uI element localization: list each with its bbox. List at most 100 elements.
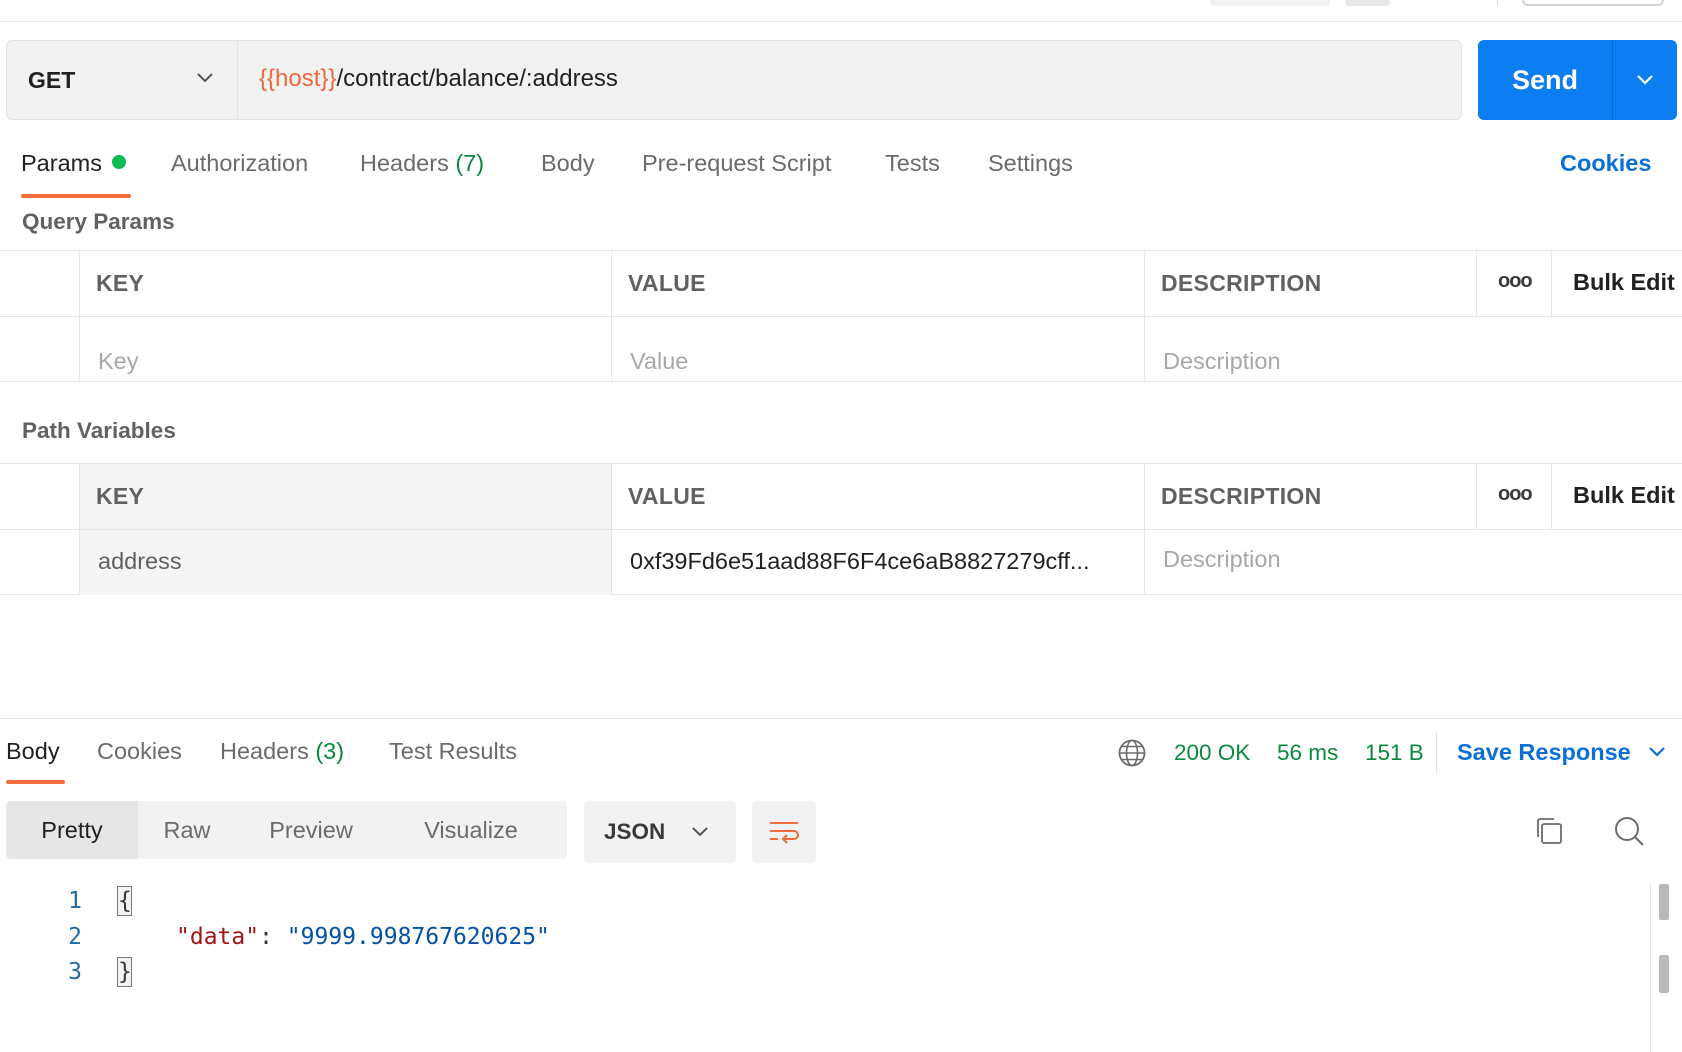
column-divider [79, 464, 80, 595]
tab-params[interactable]: Params [21, 150, 126, 177]
more-options-button[interactable]: ooo [1498, 483, 1533, 506]
toolbar-ghost-field [1210, 0, 1330, 6]
cookies-link[interactable]: Cookies [1560, 150, 1651, 177]
method-select[interactable]: GET [7, 41, 238, 119]
response-tab-headers-label: Headers [220, 738, 309, 764]
view-mode-raw[interactable]: Raw [138, 801, 236, 859]
table-row-divider [0, 316, 1682, 317]
chevron-down-icon [692, 827, 708, 837]
column-divider [1551, 464, 1552, 529]
chevron-down-icon [1637, 75, 1653, 85]
response-tab-headers-count: (3) [315, 738, 345, 764]
save-response-button[interactable]: Save Response [1457, 739, 1631, 766]
table-row-divider [0, 529, 1682, 530]
path-variables-title: Path Variables [22, 418, 176, 443]
scrollbar[interactable] [1659, 884, 1669, 920]
method-label: GET [28, 67, 76, 93]
key-input[interactable]: Key [98, 348, 139, 375]
column-header-description: DESCRIPTION [1161, 270, 1322, 296]
status-code[interactable]: 200 OK [1174, 740, 1250, 766]
json-close-brace: } [117, 957, 132, 987]
response-time[interactable]: 56 ms [1277, 740, 1338, 766]
tab-params-label: Params [21, 150, 102, 176]
column-divider [611, 251, 612, 382]
response-tab-headers[interactable]: Headers (3) [220, 738, 344, 765]
column-divider [1476, 251, 1477, 316]
json-value: "9999.998767620625" [286, 924, 550, 950]
tab-headers-count: (7) [455, 150, 485, 176]
path-variable-value[interactable]: 0xf39Fd6e51aad88F6F4ce6aB8827279cff... [630, 548, 1135, 575]
toolbar-ghost-control [1522, 0, 1664, 6]
wrap-lines-icon [770, 822, 799, 844]
bulk-edit-button[interactable]: Bulk Edit [1573, 482, 1675, 509]
json-key: "data" [176, 924, 260, 950]
status-divider [1436, 733, 1437, 773]
scroll-track [1650, 884, 1651, 1052]
tab-headers-label: Headers [360, 150, 449, 176]
response-tab-test-results[interactable]: Test Results [389, 738, 517, 765]
tab-authorization[interactable]: Authorization [171, 150, 308, 177]
bulk-edit-button[interactable]: Bulk Edit [1573, 269, 1675, 296]
status-dot-icon [111, 155, 126, 169]
send-button[interactable]: Send [1478, 40, 1612, 120]
column-divider [1144, 464, 1145, 595]
active-response-tab-underline [6, 780, 65, 784]
toolbar-divider [1497, 0, 1498, 6]
request-url-bar: GET {{host}}/contract/balance/:address [6, 40, 1462, 120]
description-input[interactable]: Description [1163, 348, 1281, 375]
chevron-down-icon [197, 73, 213, 83]
query-params-table: KEY VALUE DESCRIPTION ooo Bulk Edit Key … [0, 250, 1682, 382]
view-mode-visualize[interactable]: Visualize [386, 801, 556, 859]
column-header-value: VALUE [628, 483, 706, 509]
response-divider [0, 718, 1682, 719]
json-open-brace: { [117, 886, 132, 916]
send-button-group: Send [1478, 40, 1677, 120]
url-path: /contract/balance/:address [336, 65, 618, 92]
line-number: 2 [68, 924, 82, 950]
format-select[interactable]: JSON [584, 801, 736, 863]
value-input[interactable]: Value [630, 348, 688, 375]
url-host-variable: {{host}} [259, 65, 337, 92]
description-input[interactable]: Description [1163, 546, 1281, 573]
active-tab-underline [21, 194, 131, 198]
response-tab-body[interactable]: Body [6, 738, 60, 765]
toolbar-ghost-button [1345, 0, 1390, 6]
column-divider [1144, 251, 1145, 382]
response-tabs: Body Cookies Headers (3) Test Results [0, 738, 1682, 788]
column-header-value: VALUE [628, 270, 706, 296]
column-header-key: KEY [96, 483, 145, 509]
line-number: 3 [68, 959, 82, 985]
url-input[interactable]: {{host}}/contract/balance/:address [259, 65, 618, 93]
tab-prerequest-script[interactable]: Pre-request Script [642, 150, 831, 177]
response-tab-cookies[interactable]: Cookies [97, 738, 182, 765]
path-variables-table: KEY VALUE DESCRIPTION ooo Bulk Edit addr… [0, 463, 1682, 595]
top-toolbar-remnant [0, 0, 1682, 22]
format-label: JSON [604, 819, 666, 844]
column-divider [1476, 464, 1477, 529]
copy-icon[interactable] [1532, 814, 1566, 848]
search-icon[interactable] [1612, 814, 1646, 848]
response-body-viewer[interactable]: 1 2 3 { "data": "9999.998767620625" } [0, 880, 1682, 1052]
column-divider [611, 464, 612, 595]
globe-icon[interactable] [1117, 738, 1147, 768]
view-mode-preview[interactable]: Preview [236, 801, 386, 859]
column-header-description: DESCRIPTION [1161, 483, 1322, 509]
view-mode-segmented-control: Pretty Raw Preview Visualize [6, 801, 567, 859]
json-line: "data": "9999.998767620625" [176, 924, 550, 950]
postman-request-page: { "request": { "method": "GET", "url_var… [0, 0, 1682, 1052]
response-size[interactable]: 151 B [1365, 740, 1424, 766]
tab-settings[interactable]: Settings [988, 150, 1073, 177]
send-options-button[interactable] [1613, 40, 1677, 120]
more-options-button[interactable]: ooo [1498, 270, 1533, 293]
tab-body[interactable]: Body [541, 150, 595, 177]
column-header-key: KEY [96, 270, 145, 296]
scrollbar[interactable] [1659, 955, 1669, 993]
request-tabs: Params Authorization Headers (7) Body Pr… [0, 150, 1682, 200]
json-colon: : [259, 924, 287, 950]
query-params-title: Query Params [22, 209, 175, 234]
chevron-down-icon[interactable] [1647, 745, 1667, 759]
wrap-lines-button[interactable] [752, 801, 816, 863]
tab-tests[interactable]: Tests [885, 150, 940, 177]
tab-headers[interactable]: Headers (7) [360, 150, 484, 177]
view-mode-pretty[interactable]: Pretty [6, 801, 138, 859]
